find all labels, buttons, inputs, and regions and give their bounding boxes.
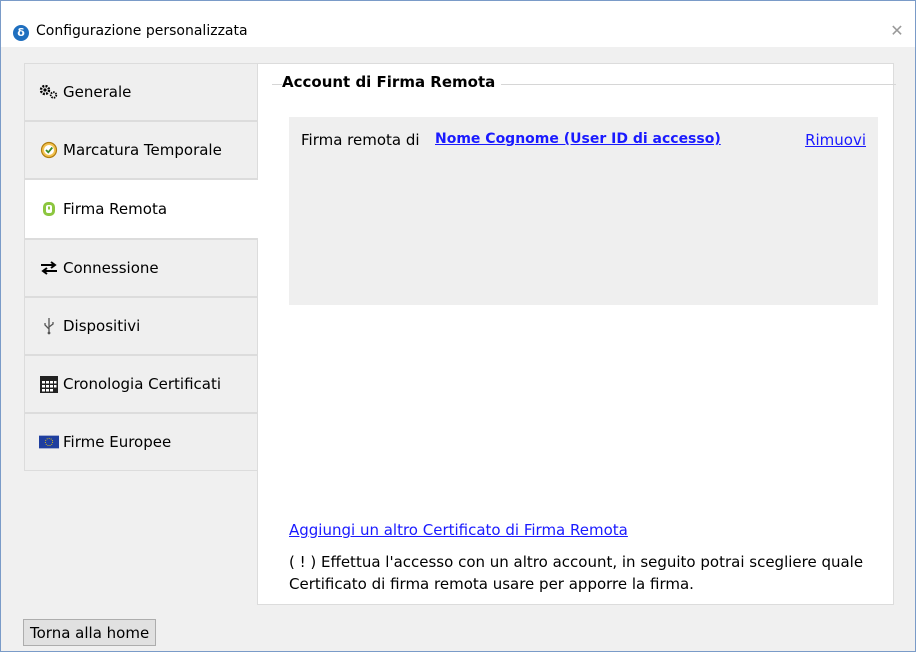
sidebar-item-label: Generale — [63, 83, 132, 101]
sidebar-item-generale[interactable]: Generale — [24, 63, 258, 121]
sidebar-item-cronologia-certificati[interactable]: Cronologia Certificati — [24, 355, 258, 413]
sidebar-item-label: Firma Remota — [63, 200, 168, 218]
eu-flag-icon — [39, 433, 59, 451]
info-note: ( ! ) Effettua l'accesso con un altro ac… — [289, 553, 864, 593]
window-title: Configurazione personalizzata — [36, 23, 248, 39]
close-icon[interactable]: ✕ — [887, 21, 907, 41]
calendar-icon — [39, 375, 59, 393]
sidebar-item-connessione[interactable]: Connessione — [24, 239, 258, 297]
account-name-link[interactable]: Nome Cognome (User ID di accesso) — [435, 131, 721, 147]
sidebar-item-label: Cronologia Certificati — [63, 375, 222, 393]
app-logo-icon: δ — [13, 25, 29, 41]
remote-sign-icon — [39, 200, 59, 218]
back-to-home-button[interactable]: Torna alla home — [23, 619, 157, 646]
add-certificate-link[interactable]: Aggiungi un altro Certificato di Firma R… — [289, 521, 628, 539]
gears-icon — [39, 83, 59, 101]
group-title: Account di Firma Remota — [282, 73, 502, 91]
sidebar-item-firme-europee[interactable]: Firme Europee — [24, 413, 258, 471]
sidebar-item-label: Connessione — [63, 259, 159, 277]
account-prefix-label: Firma remota di — [301, 131, 420, 149]
clock-check-icon — [39, 141, 59, 159]
settings-window: δ Configurazione personalizzata ✕ Genera… — [0, 0, 916, 652]
title-bar: δ Configurazione personalizzata ✕ — [1, 1, 915, 47]
usb-icon — [39, 317, 59, 335]
remote-sign-account-group: Account di Firma Remota Firma remota di … — [272, 73, 896, 593]
sidebar-item-firma-remota[interactable]: Firma Remota — [24, 179, 258, 239]
sidebar-item-label: Firme Europee — [63, 433, 172, 451]
sidebar-item-marcatura-temporale[interactable]: Marcatura Temporale — [24, 121, 258, 179]
settings-sidebar: Generale Marcatura Temporale Firma Remot… — [24, 63, 258, 471]
remove-account-link[interactable]: Rimuovi — [805, 131, 866, 149]
sidebar-item-label: Marcatura Temporale — [63, 141, 222, 159]
settings-content-panel: Account di Firma Remota Firma remota di … — [257, 63, 896, 605]
arrows-exchange-icon — [39, 259, 59, 277]
sidebar-item-dispositivi[interactable]: Dispositivi — [24, 297, 258, 355]
sidebar-item-label: Dispositivi — [63, 317, 141, 335]
account-list: Firma remota di Nome Cognome (User ID di… — [289, 117, 878, 305]
